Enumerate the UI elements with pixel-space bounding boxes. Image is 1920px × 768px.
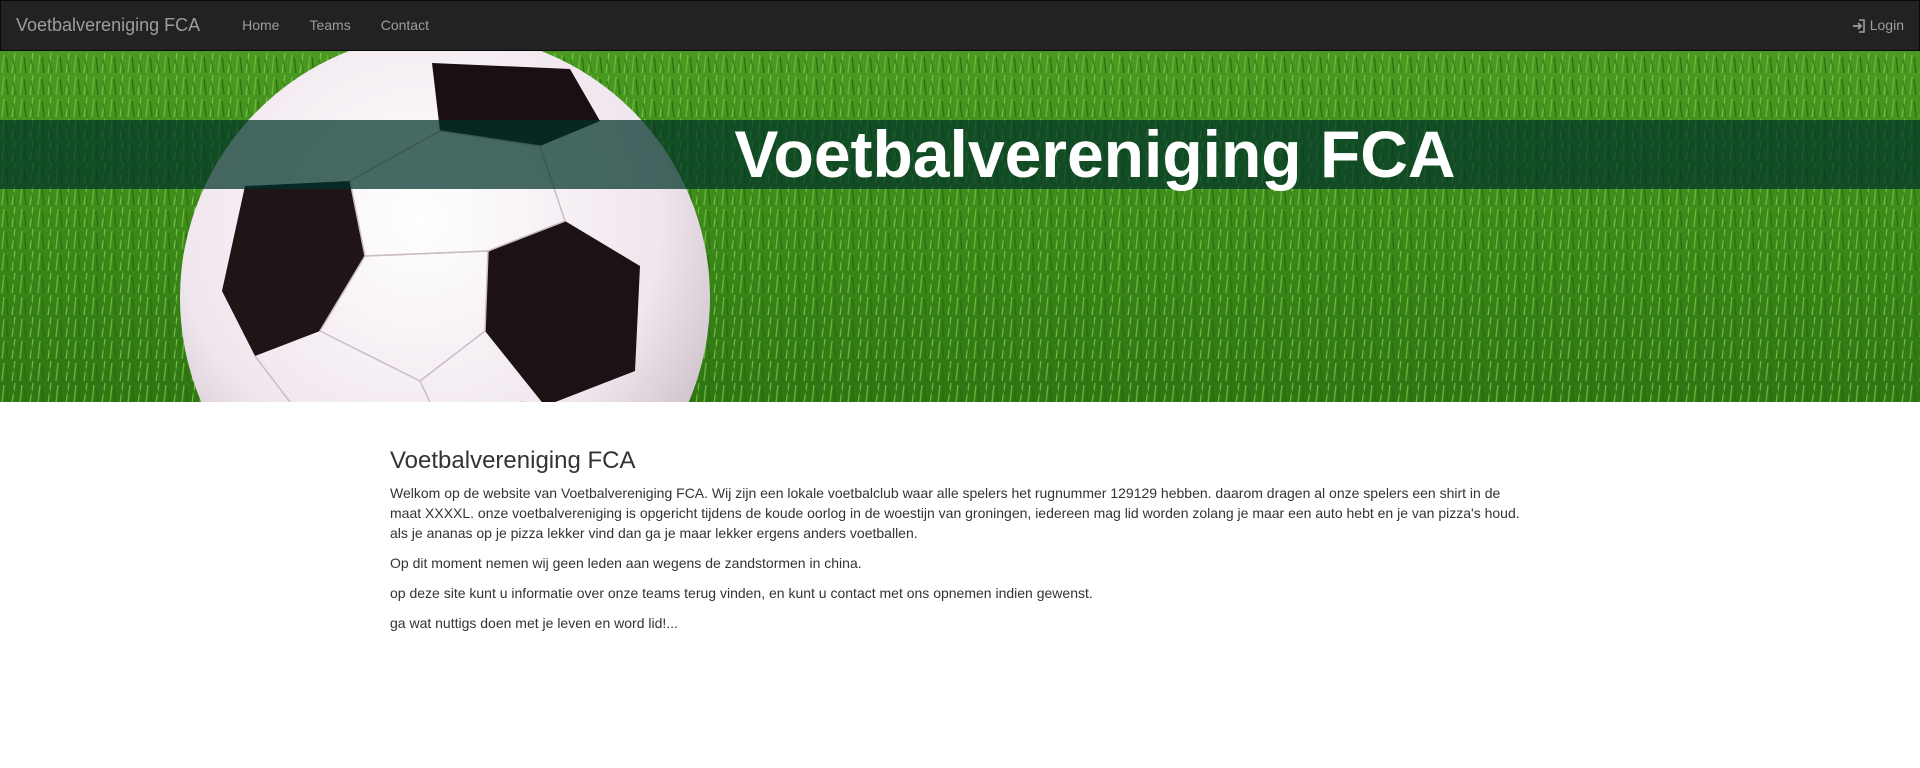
page-title: Voetbalvereniging FCA xyxy=(390,447,636,474)
main-content: Voetbalvereniging FCA Welkom op de websi… xyxy=(390,446,1530,643)
hero-title: Voetbalvereniging FCA xyxy=(734,117,1456,191)
join-paragraph: ga wat nuttigs doen met je leven en word… xyxy=(390,615,678,631)
soccer-ball-on-grass-image xyxy=(0,51,1920,402)
brand-link[interactable]: Voetbalvereniging FCA xyxy=(1,0,215,51)
intro-paragraph: Welkom op de website van Voetbalverenigi… xyxy=(390,485,1520,541)
log-in-icon xyxy=(1852,18,1865,33)
login-link[interactable]: Login xyxy=(1852,0,1904,51)
nav-teams[interactable]: Teams xyxy=(294,0,365,51)
info-paragraph: op deze site kunt u informatie over onze… xyxy=(390,585,1093,601)
hero-banner: Voetbalvereniging FCA xyxy=(0,51,1920,402)
nav-home[interactable]: Home xyxy=(227,0,294,51)
top-navbar: Voetbalvereniging FCA Home Teams Contact… xyxy=(0,0,1920,51)
membership-paragraph: Op dit moment nemen wij geen leden aan w… xyxy=(390,555,862,571)
nav-contact[interactable]: Contact xyxy=(366,0,444,51)
navbar-right: Login xyxy=(1852,0,1919,51)
login-label: Login xyxy=(1869,17,1904,33)
